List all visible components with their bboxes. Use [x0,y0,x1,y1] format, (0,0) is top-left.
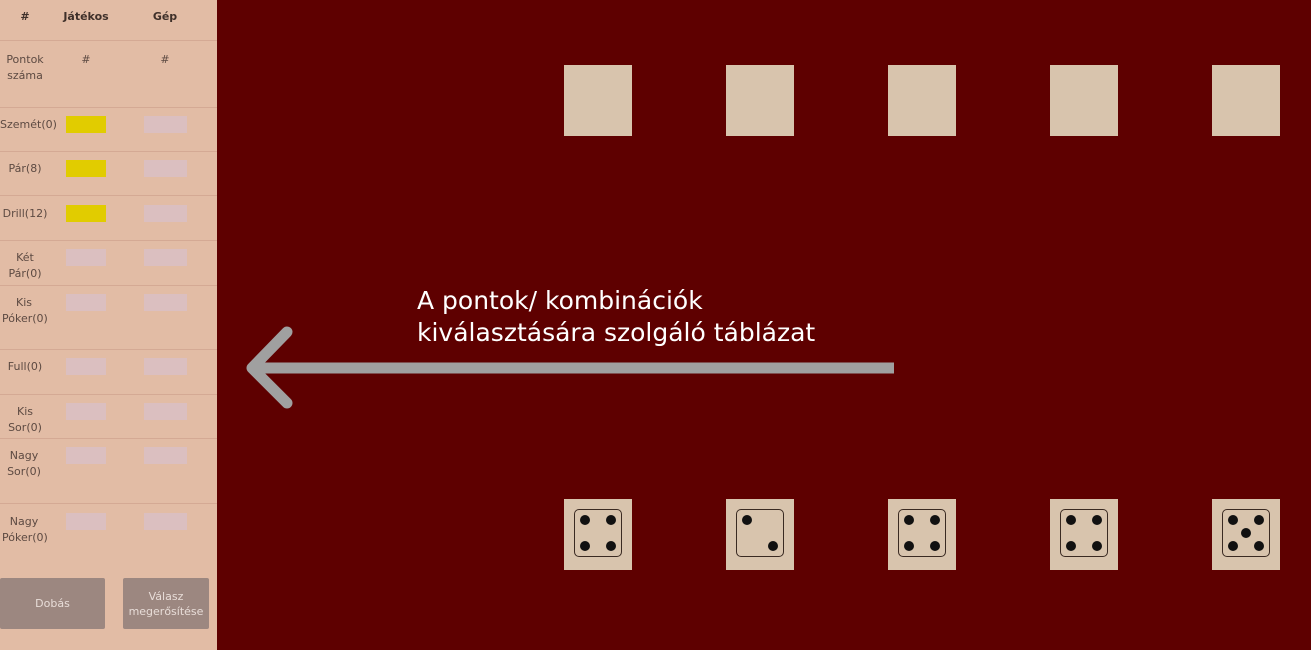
annotation-line-1: A pontok/ kombinációk [417,286,703,315]
left-arrow-icon [246,326,894,409]
row-label: Drill(12) [2,207,48,220]
top-die-5[interactable] [1212,65,1280,136]
points-cpu: # [160,53,170,66]
cpu-score-cell [144,205,187,222]
header-player: Játékos [63,10,109,23]
row-label: Nagy Sor(0) [7,449,41,478]
header-index: # [20,10,30,23]
die-face-four-icon [898,509,946,557]
score-row-full: Full(0) [0,350,217,395]
bottom-die-5[interactable] [1212,499,1280,570]
cpu-score-cell [144,513,187,530]
die-face-two-icon [736,509,784,557]
points-player: # [81,53,91,66]
score-row-kis-sor: Kis Sor(0) [0,395,217,439]
row-label: Nagy Póker(0) [2,515,48,544]
die-face-four-icon [574,509,622,557]
player-score-cell[interactable] [66,116,106,133]
top-die-2[interactable] [726,65,794,136]
cpu-score-cell [144,358,187,375]
row-label: Full(0) [7,360,43,373]
score-panel: # Játékos Gép Pontok száma # # Szemét(0)… [0,0,217,650]
cpu-score-cell [144,116,187,133]
bottom-die-4[interactable] [1050,499,1118,570]
score-row-par: Pár(8) [0,152,217,196]
bottom-die-3[interactable] [888,499,956,570]
table-header: # Játékos Gép [0,0,217,41]
cpu-score-cell [144,160,187,177]
row-label: Szemét(0) [0,118,57,131]
bottom-die-2[interactable] [726,499,794,570]
row-label: Két Pár(0) [8,251,42,280]
player-score-cell[interactable] [66,294,106,311]
cpu-score-cell [144,447,187,464]
row-label: Kis Póker(0) [2,296,48,325]
player-score-cell[interactable] [66,358,106,375]
score-row-drill: Drill(12) [0,196,217,241]
points-label: Pontok száma [6,53,44,82]
die-face-four-icon [1060,509,1108,557]
confirm-answer-button[interactable]: Válasz megerősítése [123,578,209,629]
cpu-score-cell [144,403,187,420]
top-die-4[interactable] [1050,65,1118,136]
row-label: Kis Sor(0) [8,405,42,434]
header-cpu: Gép [152,10,178,23]
cpu-score-cell [144,294,187,311]
score-row-nagy-poker: Nagy Póker(0) [0,504,217,570]
cpu-score-cell [144,249,187,266]
player-score-cell[interactable] [66,249,106,266]
bottom-die-1[interactable] [564,499,632,570]
score-row-szemet: Szemét(0) [0,108,217,152]
player-score-cell[interactable] [66,160,106,177]
die-face-five-icon [1222,509,1270,557]
player-score-cell[interactable] [66,205,106,222]
player-score-cell[interactable] [66,403,106,420]
player-score-cell[interactable] [66,447,106,464]
score-row-ket-par: Két Pár(0) [0,241,217,286]
row-label: Pár(8) [8,162,42,175]
top-die-3[interactable] [888,65,956,136]
top-die-1[interactable] [564,65,632,136]
score-row-nagy-sor: Nagy Sor(0) [0,439,217,504]
score-row-kis-poker: Kis Póker(0) [0,286,217,350]
points-row: Pontok száma # # [0,41,217,108]
player-score-cell[interactable] [66,513,106,530]
roll-button[interactable]: Dobás [0,578,105,629]
